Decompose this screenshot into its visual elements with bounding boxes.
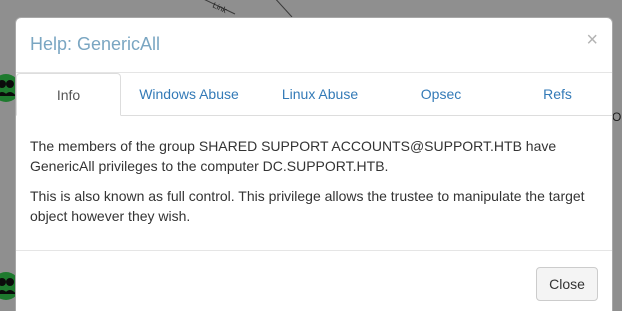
tab-refs[interactable]: Refs [501, 73, 614, 115]
tab-opsec[interactable]: Opsec [381, 73, 501, 115]
modal-body: The members of the group SHARED SUPPORT … [30, 136, 600, 236]
tab-info[interactable]: Info [16, 73, 121, 116]
help-modal: Help: GenericAll × Info Windows Abuse Li… [15, 17, 613, 311]
close-icon[interactable]: × [586, 30, 598, 50]
tab-windows-abuse[interactable]: Windows Abuse [128, 73, 250, 115]
info-paragraph-1: The members of the group SHARED SUPPORT … [30, 138, 557, 174]
tab-bar: Info Windows Abuse Linux Abuse Opsec Ref… [16, 73, 612, 116]
tab-linux-abuse[interactable]: Linux Abuse [259, 73, 381, 115]
modal-header: Help: GenericAll × [16, 18, 612, 73]
close-button[interactable]: Close [536, 267, 598, 301]
modal-title: Help: GenericAll [30, 34, 161, 54]
info-paragraph-2: This is also known as full control. This… [30, 188, 585, 224]
modal-footer: Close [16, 250, 612, 311]
